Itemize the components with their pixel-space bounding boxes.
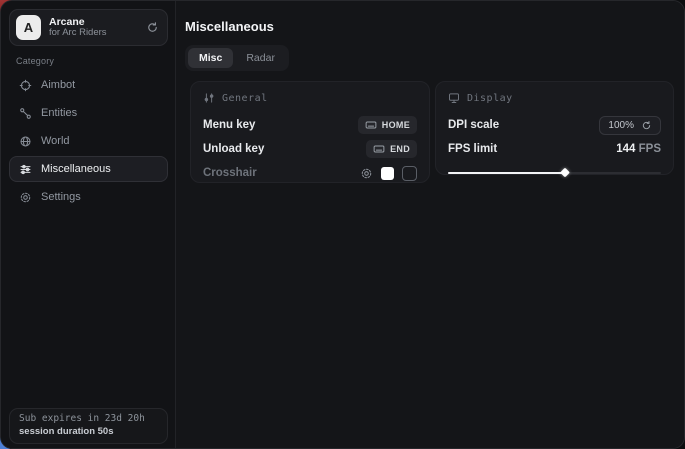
crosshair-label: Crosshair xyxy=(203,167,257,179)
app-header-card: A Arcane for Arc Riders xyxy=(9,9,168,46)
fps-limit-unit: FPS xyxy=(639,143,661,155)
sidebar-item-entities[interactable]: Entities xyxy=(9,99,168,127)
menu-key-row: Menu key HOME xyxy=(203,113,417,137)
sidebar-item-label: Settings xyxy=(41,191,81,203)
fps-limit-row: FPS limit 144 FPS xyxy=(448,137,661,161)
monitor-icon xyxy=(448,92,460,104)
sidebar-item-label: World xyxy=(41,135,70,147)
category-label: Category xyxy=(16,56,54,66)
dpi-scale-control[interactable]: 100% xyxy=(599,116,661,135)
page-title: Miscellaneous xyxy=(185,19,274,34)
fps-limit-slider[interactable] xyxy=(448,169,661,177)
general-panel-icon xyxy=(203,92,215,104)
fps-limit-value: 144 xyxy=(616,143,635,155)
sidebar-nav: Aimbot Entities World xyxy=(9,71,168,211)
unload-key-row: Unload key END xyxy=(203,137,417,161)
subscription-expiry: Sub expires in 23d 20h xyxy=(19,413,158,424)
display-panel-title: Display xyxy=(467,93,513,104)
dpi-scale-row: DPI scale 100% xyxy=(448,113,661,137)
globe-icon xyxy=(19,135,32,148)
slider-thumb[interactable] xyxy=(560,168,570,178)
screen: A Arcane for Arc Riders Category xyxy=(0,0,685,449)
crosshair-row: Crosshair xyxy=(203,161,417,185)
tab-radar[interactable]: Radar xyxy=(235,48,286,68)
entities-icon xyxy=(19,107,32,120)
sidebar-item-aimbot[interactable]: Aimbot xyxy=(9,71,168,99)
main-content: Miscellaneous Misc Radar General Menu ke… xyxy=(177,1,684,448)
keyboard-icon xyxy=(373,143,385,155)
gear-icon xyxy=(19,191,32,204)
crosshair-checkbox[interactable] xyxy=(402,166,417,181)
refresh-icon[interactable] xyxy=(146,21,159,34)
fps-limit-label: FPS limit xyxy=(448,143,497,155)
sidebar-item-label: Aimbot xyxy=(41,79,75,91)
sidebar-item-label: Entities xyxy=(41,107,77,119)
app-window: A Arcane for Arc Riders Category xyxy=(0,0,685,449)
dpi-scale-value: 100% xyxy=(608,120,634,131)
display-panel: Display DPI scale 100% FPS limit 144 xyxy=(435,81,674,175)
menu-key-label: Menu key xyxy=(203,119,255,131)
tab-bar: Misc Radar xyxy=(185,45,289,71)
sidebar-item-world[interactable]: World xyxy=(9,127,168,155)
slider-fill xyxy=(448,172,565,174)
sidebar-item-label: Miscellaneous xyxy=(41,163,111,175)
keyboard-icon xyxy=(365,119,377,131)
sidebar: A Arcane for Arc Riders Category xyxy=(1,1,176,448)
reset-icon xyxy=(641,120,652,131)
tab-misc[interactable]: Misc xyxy=(188,48,233,68)
sidebar-item-miscellaneous[interactable]: Miscellaneous xyxy=(9,156,168,182)
sliders-icon xyxy=(19,163,32,176)
unload-key-bind-button[interactable]: END xyxy=(366,140,417,158)
sidebar-item-settings[interactable]: Settings xyxy=(9,183,168,211)
menu-key-bind-button[interactable]: HOME xyxy=(358,116,417,134)
crosshair-settings-gear-icon[interactable] xyxy=(360,167,373,180)
subscription-card: Sub expires in 23d 20h session duration … xyxy=(9,408,168,444)
general-panel-title: General xyxy=(222,93,268,104)
session-duration: session duration 50s xyxy=(19,426,158,437)
unload-key-label: Unload key xyxy=(203,143,264,155)
app-subtitle: for Arc Riders xyxy=(49,28,146,39)
crosshair-icon xyxy=(19,79,32,92)
app-logo: A xyxy=(16,15,41,40)
crosshair-color-swatch[interactable] xyxy=(381,167,394,180)
dpi-scale-label: DPI scale xyxy=(448,119,499,131)
general-panel: General Menu key HOME Unload key xyxy=(190,81,430,183)
